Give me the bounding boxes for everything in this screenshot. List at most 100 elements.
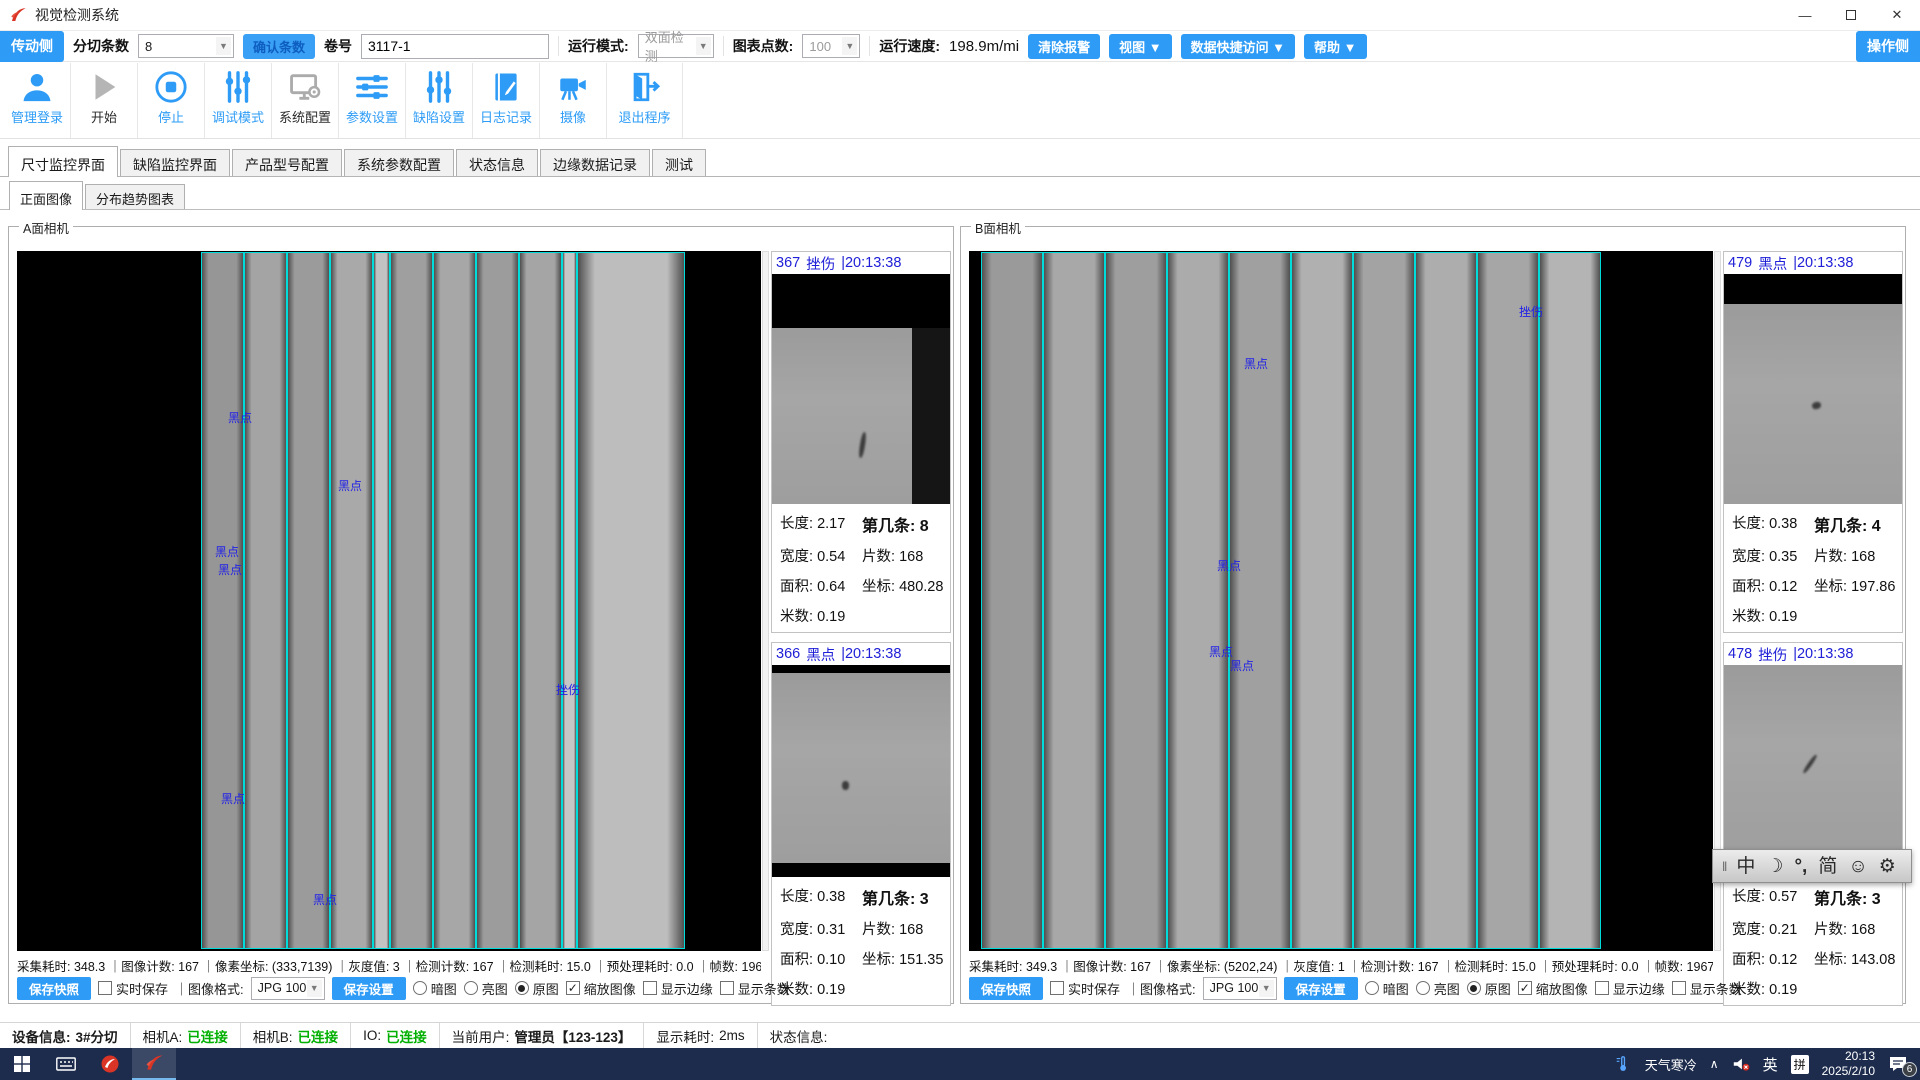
debug-mode-button[interactable]: 调试模式 [205, 63, 272, 138]
start-button[interactable] [0, 1048, 44, 1080]
pinned-app-button[interactable] [88, 1048, 132, 1080]
defect-card[interactable]: 479 黑点 |20:13:38 长度: 0.38 第几条: 4 宽度: 0.3… [1723, 251, 1903, 633]
dark-image-radio[interactable]: 暗图 [413, 979, 457, 998]
save-snapshot-button[interactable]: 保存快照 [17, 977, 91, 1000]
defect-time: |20:13:38 [1793, 646, 1853, 662]
radio-selected-icon [1467, 981, 1481, 995]
simplified-chinese-button[interactable]: 简 [1818, 857, 1837, 876]
zoom-image-checkbox[interactable]: ✓缩放图像 [566, 979, 636, 998]
save-settings-button[interactable]: 保存设置 [332, 977, 406, 1000]
weather-text[interactable]: 天气寒冷 [1645, 1055, 1697, 1074]
video-camera-icon [556, 70, 590, 104]
speaker-muted-icon[interactable] [1732, 1056, 1750, 1072]
operate-side-button[interactable]: 操作侧 [1856, 31, 1920, 62]
defect-type: 黑点 [1758, 253, 1787, 274]
touch-keyboard-button[interactable] [44, 1048, 88, 1080]
app-logo-icon [9, 6, 27, 24]
defect-settings-button[interactable]: 缺陷设置 [406, 63, 473, 138]
defect-label: 黑点 [1244, 355, 1268, 372]
close-button[interactable]: ✕ [1874, 0, 1920, 30]
view-menu-button[interactable]: 视图 ▼ [1109, 34, 1171, 59]
emoji-icon[interactable]: ☺ [1848, 857, 1867, 876]
moon-fullwidth-icon[interactable]: ☽ [1766, 857, 1783, 876]
taskbar-clock[interactable]: 20:13 2025/2/10 [1822, 1049, 1875, 1079]
subtab-trend-chart[interactable]: 分布趋势图表 [85, 184, 185, 209]
dark-image-radio[interactable]: 暗图 [1365, 979, 1409, 998]
sliders-vertical-icon [221, 70, 255, 104]
image-format-dropdown[interactable]: JPG 100▼ [1203, 977, 1277, 1000]
active-app-button[interactable] [132, 1048, 176, 1080]
help-menu-button[interactable]: 帮助 ▼ [1304, 34, 1366, 59]
save-settings-button[interactable]: 保存设置 [1284, 977, 1358, 1000]
notification-center-button[interactable]: 6 [1888, 1055, 1910, 1073]
show-edge-checkbox[interactable]: 显示边缘 [643, 979, 713, 998]
defect-card[interactable]: 366 黑点 |20:13:38 长度: 0.38 第几条: 3 宽度: 0.3… [771, 642, 951, 1006]
show-count-checkbox[interactable]: 显示条数 [1672, 979, 1742, 998]
defect-card[interactable]: 478 挫伤 |20:13:38 长度: 0.57 第几条: 3 宽度: 0.2… [1723, 642, 1903, 1006]
maximize-button[interactable] [1828, 0, 1874, 30]
original-image-radio[interactable]: 原图 [515, 979, 559, 998]
bright-image-radio[interactable]: 亮图 [464, 979, 508, 998]
original-image-radio[interactable]: 原图 [1467, 979, 1511, 998]
tray-chevron-icon[interactable]: ∧ [1710, 1057, 1719, 1071]
tab-size-monitor[interactable]: 尺寸监控界面 [8, 146, 118, 177]
checkbox-checked-icon: ✓ [1518, 981, 1532, 995]
realtime-save-checkbox[interactable]: 实时保存 [98, 979, 168, 998]
realtime-save-checkbox[interactable]: 实时保存 [1050, 979, 1120, 998]
thermometer-icon [1614, 1055, 1632, 1073]
tab-product-model-config[interactable]: 产品型号配置 [232, 149, 342, 176]
parameter-settings-button[interactable]: 参数设置 [339, 63, 406, 138]
image-format-dropdown[interactable]: JPG 100▼ [251, 977, 325, 1000]
slit-count-dropdown[interactable]: 8▼ [138, 34, 234, 58]
confirm-count-button[interactable]: 确认条数 [243, 34, 315, 59]
film-strip [433, 252, 476, 949]
clock-time: 20:13 [1822, 1049, 1875, 1064]
admin-login-button[interactable]: 管理登录 [4, 63, 71, 138]
show-edge-checkbox[interactable]: 显示边缘 [1595, 979, 1665, 998]
language-indicator[interactable]: 英 [1763, 1054, 1778, 1075]
maximize-icon [1846, 10, 1856, 20]
run-mode-label: 运行模式: [568, 36, 629, 56]
ime-chinese-mode-button[interactable]: 中 [1736, 857, 1755, 876]
defect-label: 黑点 [1230, 657, 1254, 674]
roll-number-input[interactable] [361, 34, 549, 59]
defect-card[interactable]: 367 挫伤 |20:13:38 长度: 2.17 第几条: 8 宽度: 0.5… [771, 251, 951, 633]
camera-capture-button[interactable]: 摄像 [540, 63, 607, 138]
save-snapshot-button[interactable]: 保存快照 [969, 977, 1043, 1000]
drag-handle-icon[interactable]: ‖ [1722, 859, 1725, 874]
system-config-button[interactable]: 系统配置 [272, 63, 339, 138]
zoom-image-checkbox[interactable]: ✓缩放图像 [1518, 979, 1588, 998]
defect-card-header: 478 挫伤 |20:13:38 [1724, 643, 1902, 665]
chart-points-dropdown[interactable]: 100▼ [802, 34, 860, 58]
ime-language-bar[interactable]: ‖ 中 ☽ °, 简 ☺ ⚙ [1712, 849, 1912, 883]
start-button[interactable]: 开始 [71, 63, 138, 138]
image-scrollbar[interactable] [1714, 251, 1721, 951]
defect-label: 黑点 [221, 790, 245, 807]
clear-alarm-button[interactable]: 清除报警 [1028, 34, 1100, 59]
drive-side-button[interactable]: 传动侧 [0, 31, 64, 62]
red-round-app-icon [100, 1054, 120, 1074]
gear-icon[interactable]: ⚙ [1879, 857, 1896, 876]
run-mode-dropdown[interactable]: 双面检测▼ [638, 34, 714, 58]
minimize-button[interactable]: — [1782, 0, 1828, 30]
radio-icon [413, 981, 427, 995]
app-window: 视觉检测系统 — ✕ 传动侧 分切条数 8▼ 确认条数 卷号 运行模式: 双面检… [0, 0, 1920, 1080]
stop-button[interactable]: 停止 [138, 63, 205, 138]
exit-program-button[interactable]: 退出程序 [607, 63, 683, 138]
subtab-front-image[interactable]: 正面图像 [9, 181, 83, 210]
quick-access-menu-button[interactable]: 数据快捷访问 ▼ [1181, 34, 1295, 59]
camera-b-info-line: 采集耗时: 349.3 ｜图像计数: 167 ｜像素坐标: (5202,24) … [969, 956, 1713, 975]
tab-defect-monitor[interactable]: 缺陷监控界面 [120, 149, 230, 176]
tab-test[interactable]: 测试 [652, 149, 706, 176]
tab-edge-data-record[interactable]: 边缘数据记录 [540, 149, 650, 176]
defect-label: 黑点 [313, 891, 337, 908]
punctuation-mode-icon[interactable]: °, [1794, 857, 1807, 876]
image-scrollbar[interactable] [762, 251, 769, 951]
ime-indicator[interactable]: 拼 [1791, 1055, 1809, 1074]
bright-image-radio[interactable]: 亮图 [1416, 979, 1460, 998]
tool-label: 退出程序 [618, 107, 670, 126]
tab-system-param-config[interactable]: 系统参数配置 [344, 149, 454, 176]
tab-status-info[interactable]: 状态信息 [456, 149, 538, 176]
log-record-button[interactable]: 日志记录 [473, 63, 540, 138]
show-count-checkbox[interactable]: 显示条数 [720, 979, 790, 998]
